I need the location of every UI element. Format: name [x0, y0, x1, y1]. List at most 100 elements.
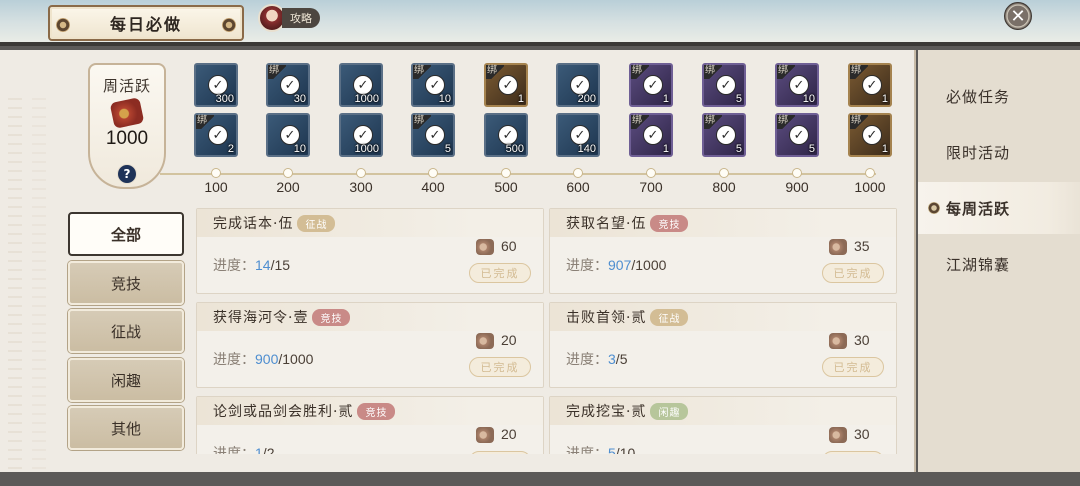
task-list[interactable]: 完成话本·伍 征战 进度：14/15 60 已完成 获取名望·伍 竞技 进度：907/1000… [196, 208, 906, 454]
guide-button[interactable]: 攻略 [258, 4, 320, 32]
milestone-label: 400 [421, 179, 445, 195]
reward-item[interactable]: 绑 ✓ 2 [194, 113, 238, 157]
reward-item[interactable]: 绑 ✓ 1 [629, 63, 673, 107]
progress-label: 进度： [566, 445, 608, 454]
check-icon: ✓ [862, 125, 882, 145]
weekly-activity-value: 1000 [105, 128, 149, 149]
decorative-calligraphy [32, 98, 46, 478]
task-card[interactable]: 论剑或品剑会胜利·贰竞技进度：1/2 20 已完成 [196, 396, 544, 454]
reward-item[interactable]: 绑 ✓ 1 [484, 63, 528, 107]
completed-button[interactable]: 已完成 [822, 263, 884, 283]
progress-current: 907 [608, 257, 632, 273]
reward-item[interactable]: ✓ 1000 [339, 63, 383, 107]
reward-quantity: 1000 [354, 143, 379, 155]
task-card[interactable]: 获得海河令·壹 竞技 进度：900/1000 20 已完成 [196, 302, 544, 388]
reward-item[interactable]: ✓ 300 [194, 63, 238, 107]
task-category-tag: 征战 [650, 308, 689, 326]
bottom-strip [0, 472, 1080, 486]
reward-item[interactable]: 绑 ✓ 5 [411, 113, 455, 157]
activity-points-value: 30 [854, 426, 870, 442]
activity-token-icon [109, 97, 145, 129]
task-title: 获取名望·伍 [566, 216, 647, 232]
reward-quantity: 1 [881, 93, 888, 105]
check-icon: ✓ [498, 125, 518, 145]
progress-total: 15 [274, 257, 291, 273]
reward-item[interactable]: ✓ 140 [556, 113, 600, 157]
task-card[interactable]: 完成挖宝·贰闲趣进度：5/10 30 已完成 [549, 396, 897, 454]
reward-item[interactable]: 绑 ✓ 5 [702, 113, 746, 157]
sidebar-item[interactable]: 限时活动 [918, 126, 1080, 178]
reward-item[interactable]: 绑 ✓ 30 [266, 63, 310, 107]
page-title-text: 每日必做 [109, 15, 182, 34]
task-category-tag: 竞技 [357, 402, 396, 420]
milestone-dot [211, 168, 221, 178]
help-button[interactable]: ? [117, 164, 137, 184]
category-button[interactable]: 其他 [68, 406, 184, 450]
check-icon: ✓ [643, 125, 663, 145]
reward-quantity: 10 [802, 93, 815, 105]
sidebar-item[interactable]: 每周活跃 [918, 182, 1080, 234]
activity-points-icon [829, 239, 847, 255]
check-icon: ✓ [425, 125, 445, 145]
reward-quantity: 30 [293, 93, 306, 105]
task-progress: 进度：5/10 [566, 443, 635, 454]
completed-button[interactable]: 已完成 [822, 451, 884, 454]
top-bar: 每日必做 攻略 ✕ [0, 0, 1080, 46]
decorative-calligraphy [8, 98, 22, 478]
reward-item[interactable]: ✓ 10 [266, 113, 310, 157]
reward-item[interactable]: 绑 ✓ 10 [411, 63, 455, 107]
completed-button[interactable]: 已完成 [822, 357, 884, 377]
reward-item[interactable]: ✓ 500 [484, 113, 528, 157]
activity-points-value: 30 [854, 332, 870, 348]
reward-item[interactable]: 绑 ✓ 1 [629, 113, 673, 157]
reward-quantity: 10 [293, 143, 306, 155]
reward-item[interactable]: 绑 ✓ 10 [775, 63, 819, 107]
task-header: 获得海河令·壹 竞技 [197, 303, 543, 331]
reward-quantity: 1 [517, 93, 524, 105]
progress-label: 进度： [566, 351, 608, 367]
reward-item[interactable]: ✓ 200 [556, 63, 600, 107]
reward-item[interactable]: ✓ 1000 [339, 113, 383, 157]
sidebar-item[interactable]: 必做任务 [918, 70, 1080, 122]
progress-current: 14 [255, 257, 271, 273]
task-progress: 进度：900/1000 [213, 349, 313, 369]
reward-item[interactable]: 绑 ✓ 1 [848, 113, 892, 157]
task-card[interactable]: 获取名望·伍 竞技 进度：907/1000 35 已完成 [549, 208, 897, 294]
milestone-label: 800 [712, 179, 736, 195]
task-header: 完成话本·伍 征战 [197, 209, 543, 237]
activity-points-icon [476, 333, 494, 349]
check-icon: ✓ [208, 125, 228, 145]
reward-item[interactable]: 绑 ✓ 5 [702, 63, 746, 107]
category-button[interactable]: 征战 [68, 309, 184, 353]
progress-current: 3 [608, 351, 616, 367]
reward-quantity: 2 [227, 143, 234, 155]
check-icon: ✓ [716, 75, 736, 95]
progress-total: 2 [266, 445, 275, 454]
milestone-dot [719, 168, 729, 178]
reward-quantity: 140 [577, 143, 596, 155]
category-button[interactable]: 闲趣 [68, 358, 184, 402]
task-header: 论剑或品剑会胜利·贰 竞技 [197, 397, 543, 425]
check-icon: ✓ [353, 125, 373, 145]
milestone-label: 100 [204, 179, 228, 195]
completed-button[interactable]: 已完成 [469, 357, 531, 377]
progress-label: 进度： [213, 257, 255, 273]
reward-quantity: 1000 [354, 93, 379, 105]
task-card[interactable]: 击败首领·贰 征战 进度：3/5 30 已完成 [549, 302, 897, 388]
reward-item[interactable]: 绑 ✓ 5 [775, 113, 819, 157]
completed-button[interactable]: 已完成 [469, 451, 531, 454]
reward-item[interactable]: 绑 ✓ 1 [848, 63, 892, 107]
sidebar-item[interactable]: 江湖锦囊 [918, 238, 1080, 290]
category-button[interactable]: 全部 [68, 212, 184, 256]
sidebar-item-label: 每周活跃 [946, 199, 1011, 218]
task-card[interactable]: 完成话本·伍 征战 进度：14/15 60 已完成 [196, 208, 544, 294]
completed-button[interactable]: 已完成 [469, 263, 531, 283]
milestone-label: 300 [349, 179, 373, 195]
milestone-dot [501, 168, 511, 178]
task-title: 击败首领·贰 [566, 310, 647, 326]
reward-quantity: 5 [808, 143, 815, 155]
milestone-dot [573, 168, 583, 178]
close-button[interactable]: ✕ [1004, 2, 1032, 30]
check-icon: ✓ [425, 75, 445, 95]
category-button[interactable]: 竞技 [68, 261, 184, 305]
